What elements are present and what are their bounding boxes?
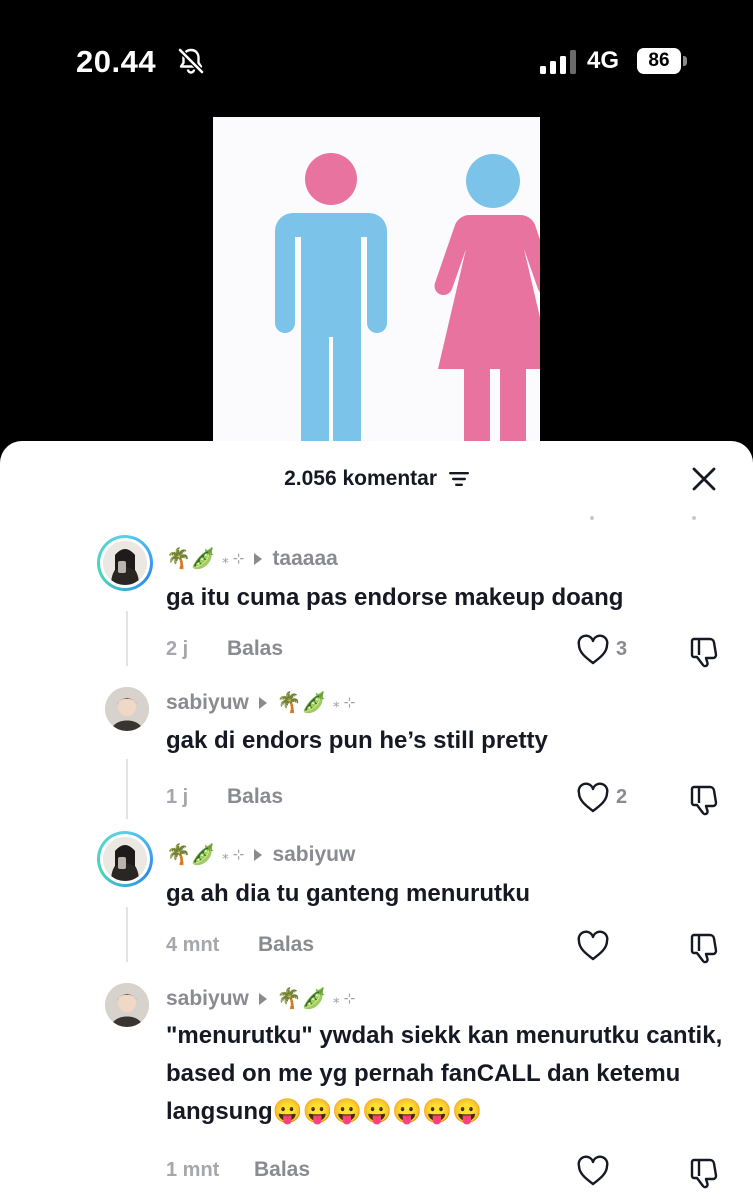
user-emojis: 🌴🫛 bbox=[166, 844, 216, 866]
user-emojis: 🌴🫛 bbox=[276, 988, 327, 1010]
heart-icon[interactable] bbox=[576, 930, 610, 962]
battery-icon: 86 bbox=[637, 48, 681, 74]
comment-time: 1 j bbox=[166, 786, 189, 808]
avatar[interactable] bbox=[97, 831, 153, 887]
user-emojis: 🌴🫛 bbox=[166, 548, 216, 570]
reply-to-username: taaaaa bbox=[272, 546, 338, 570]
thread-line bbox=[126, 907, 128, 962]
like-count: 3 bbox=[616, 638, 628, 660]
comment-time: 2 j bbox=[166, 638, 189, 660]
battery-level: 86 bbox=[648, 50, 670, 71]
comment-count[interactable]: 2.056 komentar bbox=[0, 467, 753, 491]
comment-actions: 4 mnt Balas bbox=[166, 930, 726, 964]
status-bar: 20.44 4G 86 bbox=[0, 0, 753, 110]
comment-time: 1 mnt bbox=[166, 1159, 220, 1181]
comment-text: gak di endors pun he’s still pretty bbox=[166, 727, 548, 754]
comment-time: 4 mnt bbox=[166, 934, 220, 956]
status-time: 20.44 bbox=[76, 44, 157, 79]
comment-actions: 2 j Balas 3 bbox=[166, 634, 726, 668]
user-emojis: 🌴🫛 bbox=[276, 692, 327, 714]
comment-author[interactable]: sabiyuw 🌴🫛 ⁎ ⊹ bbox=[166, 986, 355, 1011]
reply-button[interactable]: Balas bbox=[227, 785, 283, 809]
comment-text: ga ah dia tu ganteng menurutku bbox=[166, 880, 531, 907]
comments-sheet: 2.056 komentar 🌴🫛 ⁎ ⊹ taaaaa ga itu cuma… bbox=[0, 441, 753, 1199]
thumbs-down-icon[interactable] bbox=[688, 930, 722, 964]
battery-tip bbox=[683, 56, 687, 66]
avatar-image bbox=[103, 541, 147, 585]
creator-arrow-icon bbox=[258, 992, 267, 1005]
signal-bars-icon bbox=[540, 50, 576, 74]
comment-author[interactable]: 🌴🫛 ⁎ ⊹ sabiyuw bbox=[166, 842, 355, 867]
username: sabiyuw bbox=[166, 986, 249, 1010]
network-type: 4G bbox=[587, 47, 620, 74]
thread-line bbox=[126, 611, 128, 666]
heart-icon[interactable] bbox=[576, 634, 610, 666]
reply-to-username: sabiyuw bbox=[272, 842, 356, 866]
comment-actions: 1 mnt Balas bbox=[166, 1155, 726, 1189]
reply-button[interactable]: Balas bbox=[258, 933, 314, 957]
previous-comment-edge bbox=[590, 516, 696, 520]
sparkle-decoration: ⁎ ⊹ bbox=[221, 550, 245, 566]
thumbs-down-icon[interactable] bbox=[688, 634, 722, 668]
reply-arrow-icon bbox=[254, 552, 263, 565]
avatar[interactable] bbox=[97, 535, 153, 591]
thumbs-down-icon[interactable] bbox=[688, 1155, 722, 1189]
thumbs-down-icon[interactable] bbox=[688, 782, 722, 816]
comment-author[interactable]: sabiyuw 🌴🫛 ⁎ ⊹ bbox=[166, 690, 355, 715]
thread-line bbox=[126, 759, 128, 819]
reply-arrow-icon bbox=[254, 848, 263, 861]
comment-text: "menurutku" ywdah siekk kan menurutku ca… bbox=[166, 1022, 723, 1125]
avatar[interactable] bbox=[105, 983, 149, 1027]
close-icon[interactable] bbox=[690, 465, 718, 493]
avatar[interactable] bbox=[105, 687, 149, 731]
heart-icon[interactable] bbox=[576, 782, 610, 814]
like-count: 2 bbox=[616, 786, 628, 808]
sparkle-decoration: ⁎ ⊹ bbox=[332, 990, 356, 1006]
avatar-image bbox=[103, 837, 147, 881]
comment-text: ga itu cuma pas endorse makeup doang bbox=[166, 584, 624, 611]
heart-icon[interactable] bbox=[576, 1155, 610, 1187]
reply-button[interactable]: Balas bbox=[227, 637, 283, 661]
video-preview[interactable] bbox=[213, 117, 540, 457]
username: sabiyuw bbox=[166, 690, 249, 714]
comments-header: 2.056 komentar bbox=[0, 465, 753, 505]
comment-author[interactable]: 🌴🫛 ⁎ ⊹ taaaaa bbox=[166, 546, 338, 571]
creator-arrow-icon bbox=[258, 696, 267, 709]
sparkle-decoration: ⁎ ⊹ bbox=[221, 846, 245, 862]
sparkle-decoration: ⁎ ⊹ bbox=[332, 694, 356, 710]
bell-slash-icon bbox=[178, 48, 204, 74]
gender-figures-image bbox=[275, 153, 540, 457]
reply-button[interactable]: Balas bbox=[254, 1158, 310, 1182]
comment-count-label: 2.056 komentar bbox=[284, 467, 438, 490]
filter-lines-icon[interactable] bbox=[448, 472, 469, 486]
comment-actions: 1 j Balas 2 bbox=[166, 782, 726, 816]
